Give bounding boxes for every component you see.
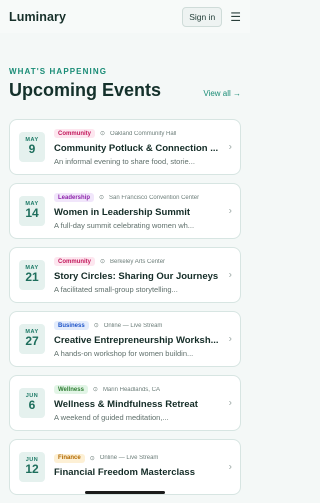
event-category-badge: Finance — [54, 453, 85, 463]
event-category-badge: Business — [54, 321, 89, 330]
brand-logo[interactable]: Luminary — [9, 10, 66, 24]
chevron-right-icon: › — [228, 333, 232, 345]
location-pin-icon: ⊙ — [89, 455, 95, 462]
event-location: San Francisco Convention Center — [109, 194, 200, 201]
section-kicker: WHAT'S HAPPENING — [9, 67, 108, 76]
chevron-right-icon: › — [228, 397, 232, 409]
event-card[interactable]: MAY 14 Leadership ⊙ San Francisco Conven… — [9, 183, 241, 239]
event-title: Story Circles: Sharing Our Journeys — [54, 270, 219, 282]
event-location: Online — Live Stream — [103, 322, 163, 329]
event-day: 12 — [25, 462, 39, 477]
chevron-right-icon: › — [228, 141, 232, 153]
event-day: 27 — [25, 334, 39, 349]
event-date-badge: JUN 12 — [19, 452, 45, 482]
event-content: Community ⊙ Oakland Community Hall Commu… — [54, 129, 240, 166]
event-content: Finance ⊙ Online — Live Stream Financial… — [54, 453, 240, 481]
event-meta: Finance ⊙ Online — Live Stream — [54, 453, 224, 463]
event-category-badge: Community — [54, 129, 95, 138]
event-category-badge: Community — [54, 257, 95, 266]
event-description: A full-day summit celebrating women wh..… — [54, 220, 195, 230]
event-date-badge: MAY 21 — [19, 260, 45, 290]
event-location: Berkeley Arts Center — [110, 258, 166, 265]
event-category-badge: Leadership — [54, 193, 95, 202]
location-pin-icon: ⊙ — [99, 195, 105, 201]
event-description: A weekend of guided meditation,... — [54, 412, 169, 422]
event-list: MAY 9 Community ⊙ Oakland Community Hall… — [9, 119, 241, 503]
event-location: Oakland Community Hall — [110, 130, 177, 137]
section-header: WHAT'S HAPPENING Upcoming Events View al… — [9, 67, 241, 101]
event-title: Financial Freedom Masterclass — [54, 467, 195, 478]
event-description: A hands-on workshop for women buildin... — [54, 348, 194, 358]
event-meta: Wellness ⊙ Marin Headlands, CA — [54, 385, 224, 395]
top-header: Luminary Sign in ☰ — [0, 0, 250, 33]
event-meta: Community ⊙ Berkeley Arts Center — [54, 257, 224, 267]
event-content: Community ⊙ Berkeley Arts Center Story C… — [54, 257, 240, 294]
event-date-badge: JUN 6 — [19, 388, 45, 418]
event-card[interactable]: JUN 6 Wellness ⊙ Marin Headlands, CA Wel… — [9, 375, 241, 431]
title-row: Upcoming Events View all → — [9, 80, 241, 101]
event-title: Wellness & Mindfulness Retreat — [54, 398, 198, 410]
sign-in-button[interactable]: Sign in — [182, 6, 223, 27]
event-location: Online — Live Stream — [99, 455, 159, 461]
event-date-badge: MAY 14 — [19, 196, 45, 226]
event-date-badge: MAY 27 — [19, 324, 45, 354]
menu-icon[interactable]: ☰ — [230, 11, 241, 23]
event-day: 6 — [28, 398, 36, 413]
event-category-badge: Wellness — [54, 385, 88, 394]
event-content: Wellness ⊙ Marin Headlands, CA Wellness … — [54, 385, 240, 422]
location-pin-icon: ⊙ — [93, 323, 99, 329]
event-title: Creative Entrepreneurship Worksh... — [54, 334, 219, 346]
header-actions: Sign in ☰ — [182, 6, 241, 27]
chevron-right-icon: › — [228, 205, 232, 217]
event-day: 14 — [25, 206, 39, 221]
event-content: Leadership ⊙ San Francisco Convention Ce… — [54, 193, 240, 230]
event-description: An informal evening to share food, stori… — [54, 156, 195, 166]
location-pin-icon: ⊙ — [92, 387, 98, 393]
event-title: Women in Leadership Summit — [54, 206, 191, 218]
event-date-badge: MAY 9 — [19, 132, 45, 162]
event-day: 9 — [28, 142, 36, 157]
event-card[interactable]: JUN 12 Finance ⊙ Online — Live Stream Fi… — [9, 439, 241, 495]
event-meta: Community ⊙ Oakland Community Hall — [54, 129, 224, 139]
event-description: A facilitated small-group storytelling..… — [54, 284, 178, 294]
location-pin-icon: ⊙ — [100, 131, 106, 137]
event-content: Business ⊙ Online — Live Stream Creative… — [54, 321, 240, 358]
event-meta: Leadership ⊙ San Francisco Convention Ce… — [54, 193, 224, 203]
event-title: Community Potluck & Connection ... — [54, 142, 219, 154]
view-all-link[interactable]: View all → — [203, 89, 241, 98]
event-day: 21 — [25, 270, 39, 285]
event-meta: Business ⊙ Online — Live Stream — [54, 321, 224, 331]
location-pin-icon: ⊙ — [100, 259, 106, 265]
event-card[interactable]: MAY 9 Community ⊙ Oakland Community Hall… — [9, 119, 241, 175]
home-indicator — [85, 491, 165, 494]
chevron-right-icon: › — [228, 461, 232, 473]
event-card[interactable]: MAY 27 Business ⊙ Online — Live Stream C… — [9, 311, 241, 367]
page-title: Upcoming Events — [9, 80, 162, 100]
event-location: Marin Headlands, CA — [102, 386, 160, 393]
event-card[interactable]: MAY 21 Community ⊙ Berkeley Arts Center … — [9, 247, 241, 303]
chevron-right-icon: › — [228, 269, 232, 281]
